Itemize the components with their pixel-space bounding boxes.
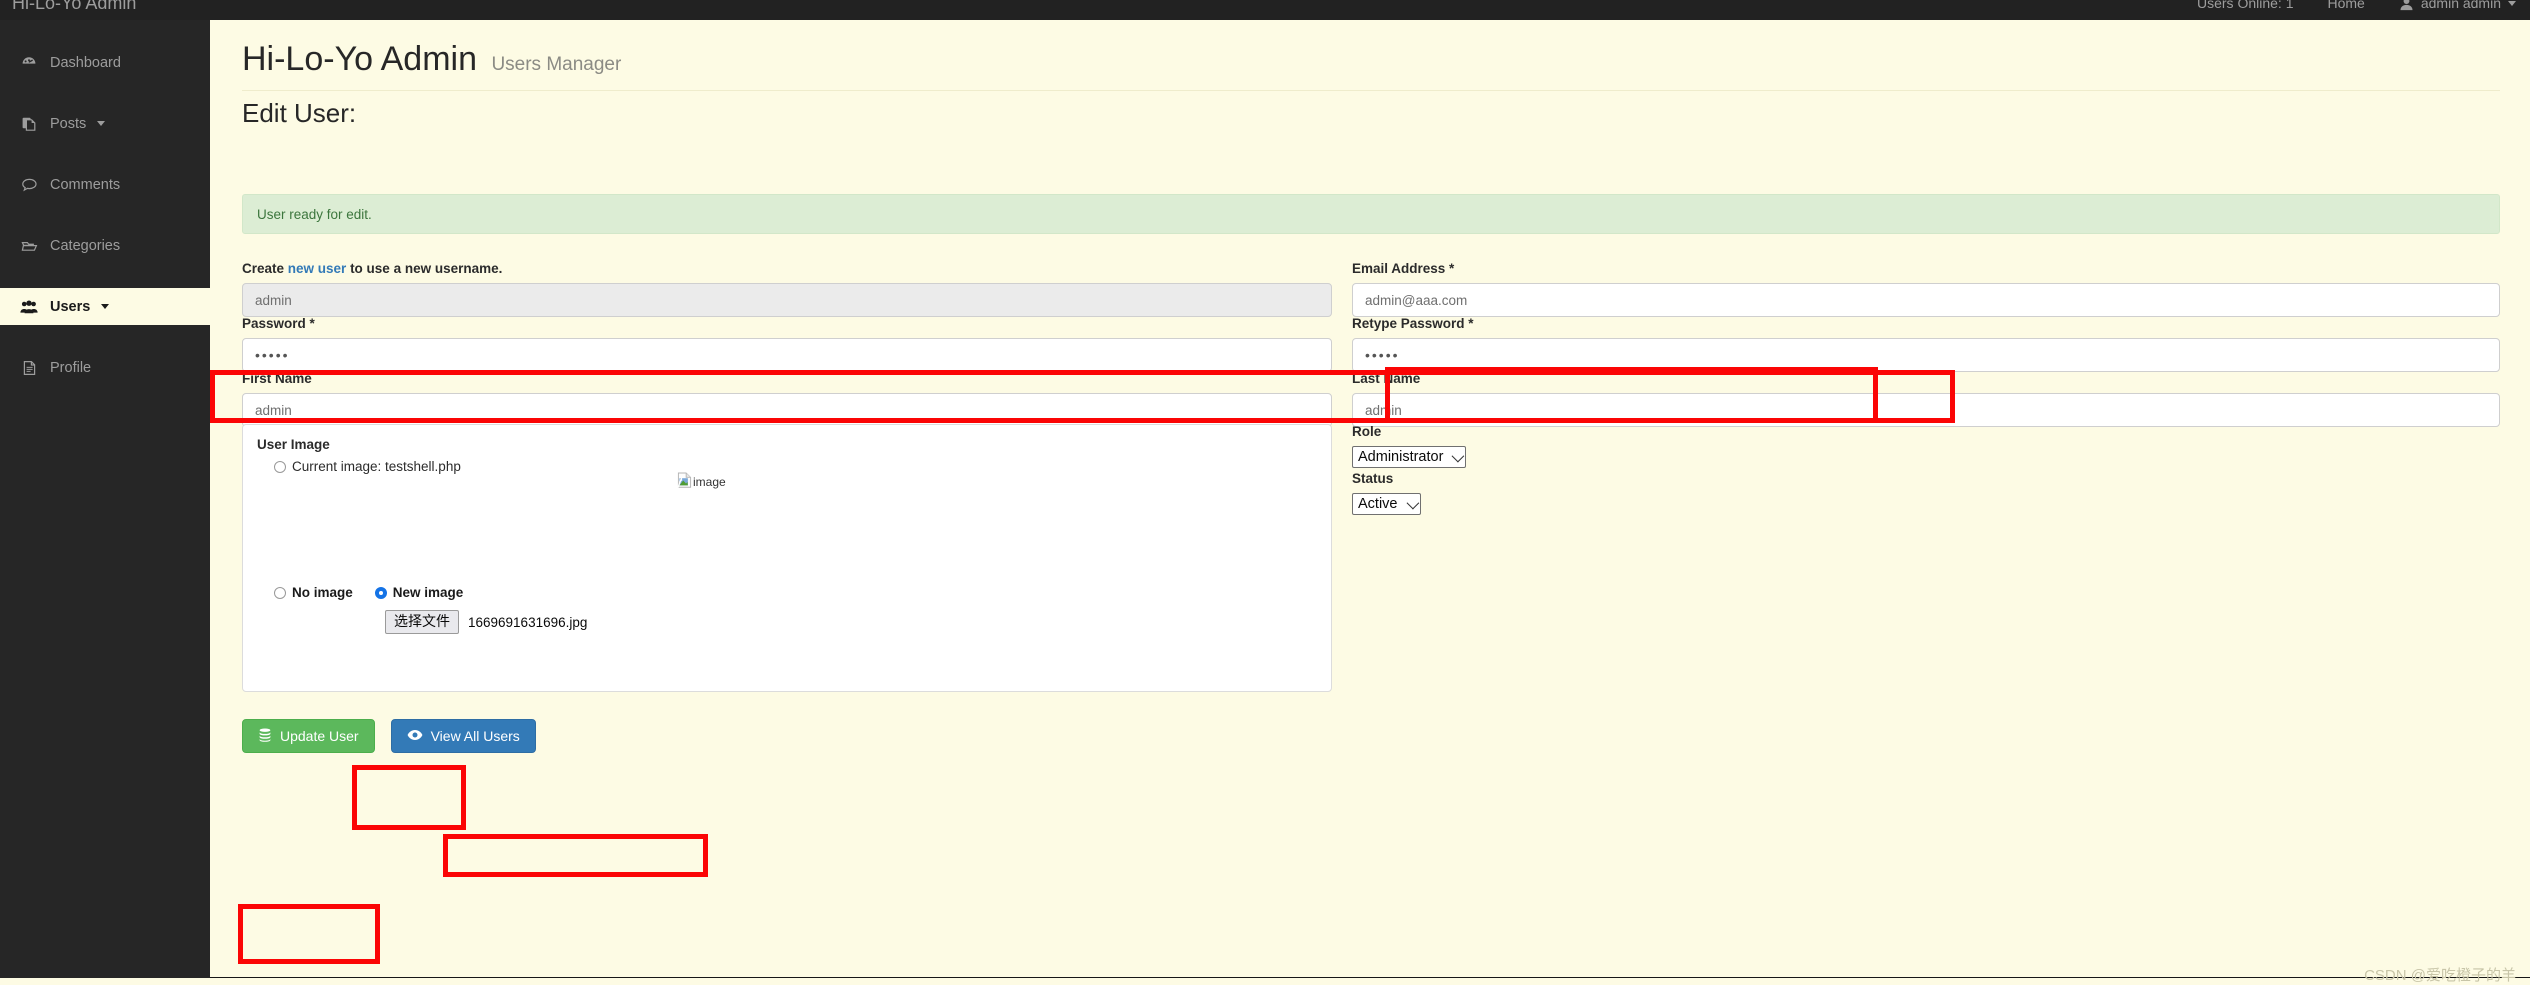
selected-file-name: 1669691631696.jpg bbox=[468, 614, 588, 630]
database-icon bbox=[258, 728, 272, 745]
user-circle-icon bbox=[2399, 0, 2414, 11]
user-image-label: User Image bbox=[257, 437, 330, 452]
field-group-email: Email Address * bbox=[1352, 261, 2500, 317]
eye-icon bbox=[407, 728, 423, 744]
sidebar-item-label: Profile bbox=[50, 359, 92, 376]
watermark: CSDN @爱吃橙子的羊 bbox=[2364, 967, 2516, 984]
field-group-password: Password * bbox=[242, 316, 1332, 372]
file-copy-icon bbox=[19, 116, 39, 132]
sidebar-item-profile[interactable]: Profile bbox=[0, 349, 210, 386]
users-online-status: Users Online: 1 bbox=[2197, 0, 2294, 11]
sidebar: Dashboard Posts Comments Categories User… bbox=[0, 20, 210, 978]
user-image-preview: image bbox=[677, 472, 726, 491]
page-title: Hi-Lo-Yo Admin bbox=[242, 40, 477, 78]
caret-down-icon bbox=[101, 304, 110, 309]
new-image-radio-label: New image bbox=[392, 585, 464, 600]
username-label: Create new user to use a new username. bbox=[242, 261, 503, 276]
new-image-radio-option[interactable]: New image bbox=[374, 585, 464, 600]
no-image-radio-option[interactable]: No image bbox=[274, 585, 353, 600]
chevron-down-icon bbox=[1451, 449, 1465, 462]
retype-password-label: Retype Password * bbox=[1352, 316, 1474, 331]
users-group-icon bbox=[19, 300, 39, 314]
no-image-radio-label: No image bbox=[292, 585, 353, 600]
sidebar-item-users[interactable]: Users bbox=[0, 288, 210, 325]
last-name-label: Last Name bbox=[1352, 371, 1421, 386]
comment-bubble-icon bbox=[19, 177, 39, 193]
status-alert-text: User ready for edit. bbox=[257, 206, 372, 222]
sidebar-item-label: Posts bbox=[50, 115, 87, 132]
page-subtitle: Users Manager bbox=[491, 54, 622, 75]
image-option-radios: No image New image bbox=[274, 585, 463, 600]
first-name-label: First Name bbox=[242, 371, 312, 386]
top-navbar: Hi-Lo-Yo Admin Users Online: 1 Home admi… bbox=[0, 0, 2530, 20]
new-user-link[interactable]: new user bbox=[288, 261, 347, 276]
field-group-username: Create new user to use a new username. bbox=[242, 261, 1332, 317]
broken-image-icon bbox=[677, 472, 692, 491]
section-title: Edit User: bbox=[242, 98, 357, 128]
password-field[interactable] bbox=[242, 338, 1332, 372]
role-select[interactable]: Administrator bbox=[1352, 446, 1467, 468]
field-group-first-name: First Name bbox=[242, 371, 1332, 427]
sidebar-item-label: Users bbox=[50, 298, 91, 315]
user-menu[interactable]: admin admin bbox=[2399, 0, 2516, 14]
first-name-field[interactable] bbox=[242, 393, 1332, 427]
sidebar-item-label: Comments bbox=[50, 176, 121, 193]
status-label: Status bbox=[1352, 471, 1394, 486]
document-icon bbox=[19, 360, 39, 376]
role-label: Role bbox=[1352, 424, 1382, 439]
current-image-radio-label: Current image: testshell.php bbox=[292, 459, 461, 474]
file-input-row[interactable]: 选择文件 1669691631696.jpg bbox=[385, 610, 587, 634]
caret-down-icon bbox=[97, 121, 106, 126]
user-menu-label: admin admin bbox=[2420, 0, 2501, 11]
radio-current-image-icon[interactable] bbox=[274, 460, 286, 473]
email-label: Email Address * bbox=[1352, 261, 1455, 276]
field-group-role: Role Administrator bbox=[1352, 424, 2500, 468]
last-name-field[interactable] bbox=[1352, 393, 2500, 427]
navbar-brand[interactable]: Hi-Lo-Yo Admin bbox=[12, 0, 136, 15]
user-image-alt-text: image bbox=[693, 474, 726, 489]
field-group-retype-password: Retype Password * bbox=[1352, 316, 2500, 372]
main-content: Hi-Lo-Yo Admin Users Manager Edit User: … bbox=[210, 20, 2530, 984]
dashboard-gauge-icon bbox=[19, 55, 39, 71]
sidebar-item-label: Dashboard bbox=[50, 54, 121, 71]
status-select[interactable]: Active bbox=[1352, 493, 1421, 515]
password-label: Password * bbox=[242, 316, 315, 331]
retype-password-field[interactable] bbox=[1352, 338, 2500, 372]
sidebar-item-comments[interactable]: Comments bbox=[0, 166, 210, 203]
user-image-panel: User Image Current image: testshell.php … bbox=[242, 424, 1332, 692]
status-alert: User ready for edit. bbox=[242, 194, 2500, 234]
radio-no-image-icon[interactable] bbox=[274, 586, 286, 599]
username-input[interactable] bbox=[242, 283, 1332, 317]
caret-down-icon bbox=[2508, 0, 2516, 6]
field-group-status: Status Active bbox=[1352, 471, 2500, 515]
role-select-value: Administrator bbox=[1358, 449, 1444, 465]
sidebar-item-posts[interactable]: Posts bbox=[0, 105, 210, 142]
view-all-users-button[interactable]: View All Users bbox=[390, 719, 536, 753]
radio-new-image-icon[interactable] bbox=[374, 586, 387, 599]
form-actions: Update User View All Users bbox=[242, 719, 536, 753]
navbar-right-group: Users Online: 1 Home admin admin bbox=[2197, 0, 2516, 14]
status-select-value: Active bbox=[1358, 496, 1398, 512]
email-field[interactable] bbox=[1352, 283, 2500, 317]
folder-open-icon bbox=[19, 238, 39, 254]
field-group-last-name: Last Name bbox=[1352, 371, 2500, 427]
choose-file-button[interactable]: 选择文件 bbox=[385, 610, 459, 634]
page-header: Hi-Lo-Yo Admin Users Manager bbox=[242, 40, 2500, 91]
view-all-users-button-label: View All Users bbox=[430, 728, 520, 744]
sidebar-item-dashboard[interactable]: Dashboard bbox=[0, 44, 210, 81]
current-image-radio-option[interactable]: Current image: testshell.php bbox=[274, 459, 461, 474]
update-user-button-label: Update User bbox=[280, 728, 359, 744]
nav-link-home[interactable]: Home bbox=[2327, 0, 2364, 14]
chevron-down-icon bbox=[1406, 496, 1419, 509]
update-user-button[interactable]: Update User bbox=[242, 719, 375, 753]
sidebar-item-categories[interactable]: Categories bbox=[0, 227, 210, 264]
sidebar-item-label: Categories bbox=[50, 237, 121, 254]
